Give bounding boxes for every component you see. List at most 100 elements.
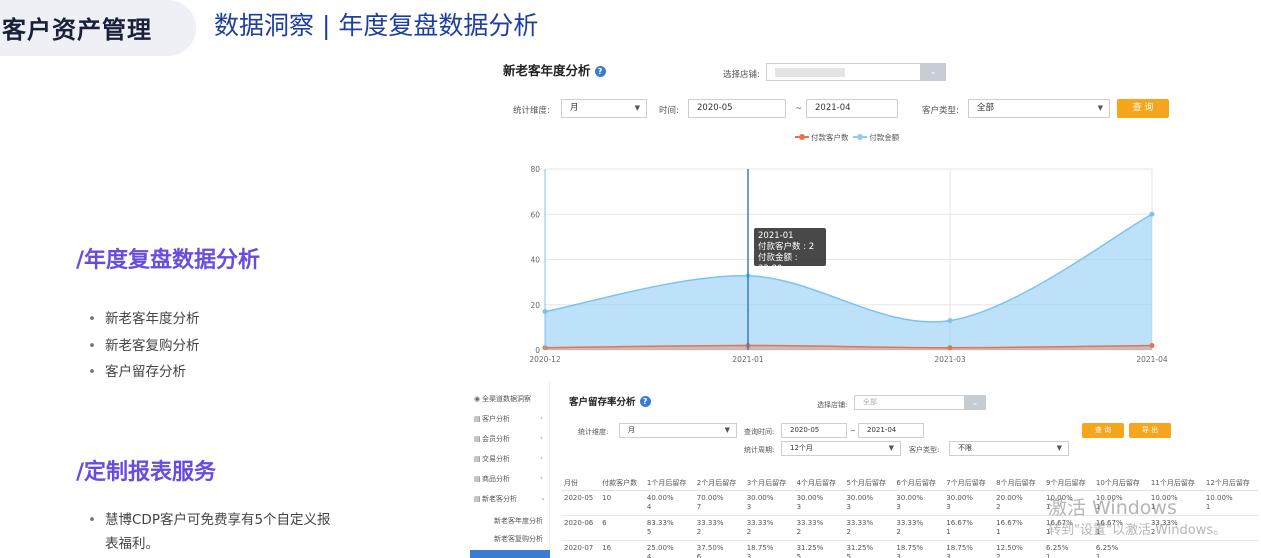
column-header: 11个月后留存: [1148, 462, 1204, 491]
table-cell: 40.00% 4: [644, 490, 695, 516]
cell-count: 2: [996, 502, 1001, 511]
table-cell: 10.00% 1: [1203, 490, 1259, 516]
help-icon[interactable]: ?: [639, 396, 651, 407]
menu-icon: ▤: [474, 435, 481, 443]
sidebar-item[interactable]: ▤商品分析 ‹: [474, 474, 543, 484]
data-point: [947, 345, 953, 351]
column-header: 8个月后留存: [994, 462, 1045, 491]
customer-type-label: 客户类型:: [909, 446, 940, 454]
time-from-input[interactable]: 2020-05: [781, 423, 847, 438]
cell-count: 2: [696, 527, 702, 536]
x-tick-label: 2021-01: [732, 355, 764, 364]
sidebar-item[interactable]: ▤新老客分析 ⌄: [474, 494, 546, 504]
cell-percent: 16.67%: [996, 518, 1023, 527]
column-header: 2个月后留存: [694, 462, 745, 491]
cell-count: 2: [746, 527, 752, 536]
store-label: 选择店铺:: [817, 401, 848, 409]
table-row: 2020-07 16 25.00% 4 37.50% 6 18.75% 3 31.25% 5 31.…: [562, 540, 1259, 558]
table-cell: [1203, 540, 1259, 558]
cell-count: 1: [1205, 502, 1211, 511]
column-header: 1个月后留存: [644, 462, 695, 491]
column-header: 9个月后留存: [1044, 462, 1094, 491]
cell-percent: 33.33%: [896, 518, 924, 527]
caret-down-icon: ▼: [724, 426, 730, 434]
cell-percent: 33.33%: [796, 518, 824, 527]
table-cell: 12.50% 2: [994, 540, 1045, 558]
sidebar-item[interactable]: ▤客户分析 ‹: [474, 414, 543, 424]
cell-percent: 25.00%: [646, 543, 674, 552]
sidebar-item[interactable]: ◉ 全渠道数据洞察: [474, 394, 531, 404]
cell-percent: 18.75%: [896, 543, 924, 552]
sidebar-item-label: 商品分析: [482, 475, 510, 483]
cell-percent: 30.00%: [946, 493, 973, 502]
time-separator: ~: [850, 427, 856, 435]
table-cell: 10: [600, 490, 645, 516]
table-cell: 33.33% 2: [694, 515, 745, 541]
cell-percent: 31.25%: [796, 543, 824, 552]
sidebar-item-label: 新老客年度分析: [494, 517, 543, 525]
cell-percent: 31.25%: [846, 543, 874, 552]
cell-percent: 40.00%: [646, 493, 674, 502]
time-to-input[interactable]: 2021-04: [858, 423, 924, 438]
table-cell: 31.25% 5: [794, 540, 845, 558]
y-tick-label: 60: [530, 210, 540, 219]
menu-icon: ▤: [474, 495, 481, 503]
table-cell: 31.25% 5: [844, 540, 895, 558]
sidebar-item-label: 客户分析: [482, 415, 510, 423]
cell-percent: 10.00%: [1205, 493, 1233, 502]
sidebar-item-active[interactable]: [470, 550, 550, 558]
sidebar-item[interactable]: ▤交易分析 ‹: [474, 454, 543, 464]
data-point: [1149, 342, 1155, 348]
chart-tooltip: 2021-01 付款客户数 : 2 付款金额 : 32.80: [754, 228, 826, 274]
sidebar-item[interactable]: 新老客年度分析: [486, 516, 543, 526]
column-header: 6个月后留存: [894, 462, 945, 491]
store-dropdown-button[interactable]: ⌄: [964, 395, 986, 410]
table-cell: 20.00% 2: [994, 490, 1045, 516]
dimension-select[interactable]: 月 ▼: [619, 423, 737, 438]
cell-count: 3: [846, 502, 851, 511]
query-button[interactable]: 查 询: [1082, 423, 1124, 438]
cell-count: 5: [646, 527, 652, 536]
table-cell: 30.00% 3: [844, 490, 895, 516]
column-header: 3个月后留存: [744, 462, 795, 491]
cell-count: 1: [1046, 552, 1051, 558]
cell-percent: 6.25%: [1095, 543, 1119, 552]
table-cell: 6: [600, 515, 645, 541]
table-cell: 18.75% 3: [894, 540, 945, 558]
chevron-down-icon: ⌄: [971, 398, 979, 407]
table-cell: 30.00% 3: [794, 490, 845, 516]
column-header: 7个月后留存: [944, 462, 995, 491]
cell-percent: 37.50%: [696, 543, 724, 552]
cell-count: 4: [646, 502, 652, 511]
cell-percent: 30.00%: [896, 493, 924, 502]
customer-type-select[interactable]: 不限 ▼: [949, 441, 1069, 456]
period-select[interactable]: 12个月 ▼: [781, 441, 901, 456]
cell-count: 3: [946, 502, 951, 511]
cell-count: 2: [796, 527, 802, 536]
cell-percent: 16.67%: [946, 518, 973, 527]
sidebar-item[interactable]: ▤会员分析 ‹: [474, 434, 543, 444]
chevron-icon: ⌄: [540, 494, 546, 502]
table-cell: 83.33% 5: [644, 515, 695, 541]
cell-count: 2: [846, 527, 851, 536]
cell-percent: 30.00%: [846, 493, 874, 502]
chevron-icon: ‹: [540, 434, 543, 442]
cell-percent: 6.25%: [1046, 543, 1069, 552]
export-button[interactable]: 导 出: [1129, 423, 1171, 438]
table-cell: 33.33% 2: [894, 515, 945, 541]
sidebar-item[interactable]: 新老客复购分析: [486, 534, 543, 544]
table-cell: [1148, 540, 1204, 558]
table-cell: 33.33% 2: [794, 515, 845, 541]
cell-percent: 33.33%: [846, 518, 874, 527]
table-cell: 30.00% 3: [944, 490, 995, 516]
cell-count: 3: [896, 552, 901, 558]
table-cell: 18.75% 3: [944, 540, 995, 558]
cell-percent: 30.00%: [746, 493, 774, 502]
cell-count: 5: [846, 552, 851, 558]
series-area-1: [545, 214, 1152, 350]
menu-icon: ▤: [474, 415, 481, 423]
table-cell: 2020-07: [562, 540, 601, 558]
x-tick-label: 2020-12: [529, 355, 561, 364]
chevron-icon: ‹: [540, 454, 543, 462]
table-cell: 30.00% 3: [744, 490, 795, 516]
